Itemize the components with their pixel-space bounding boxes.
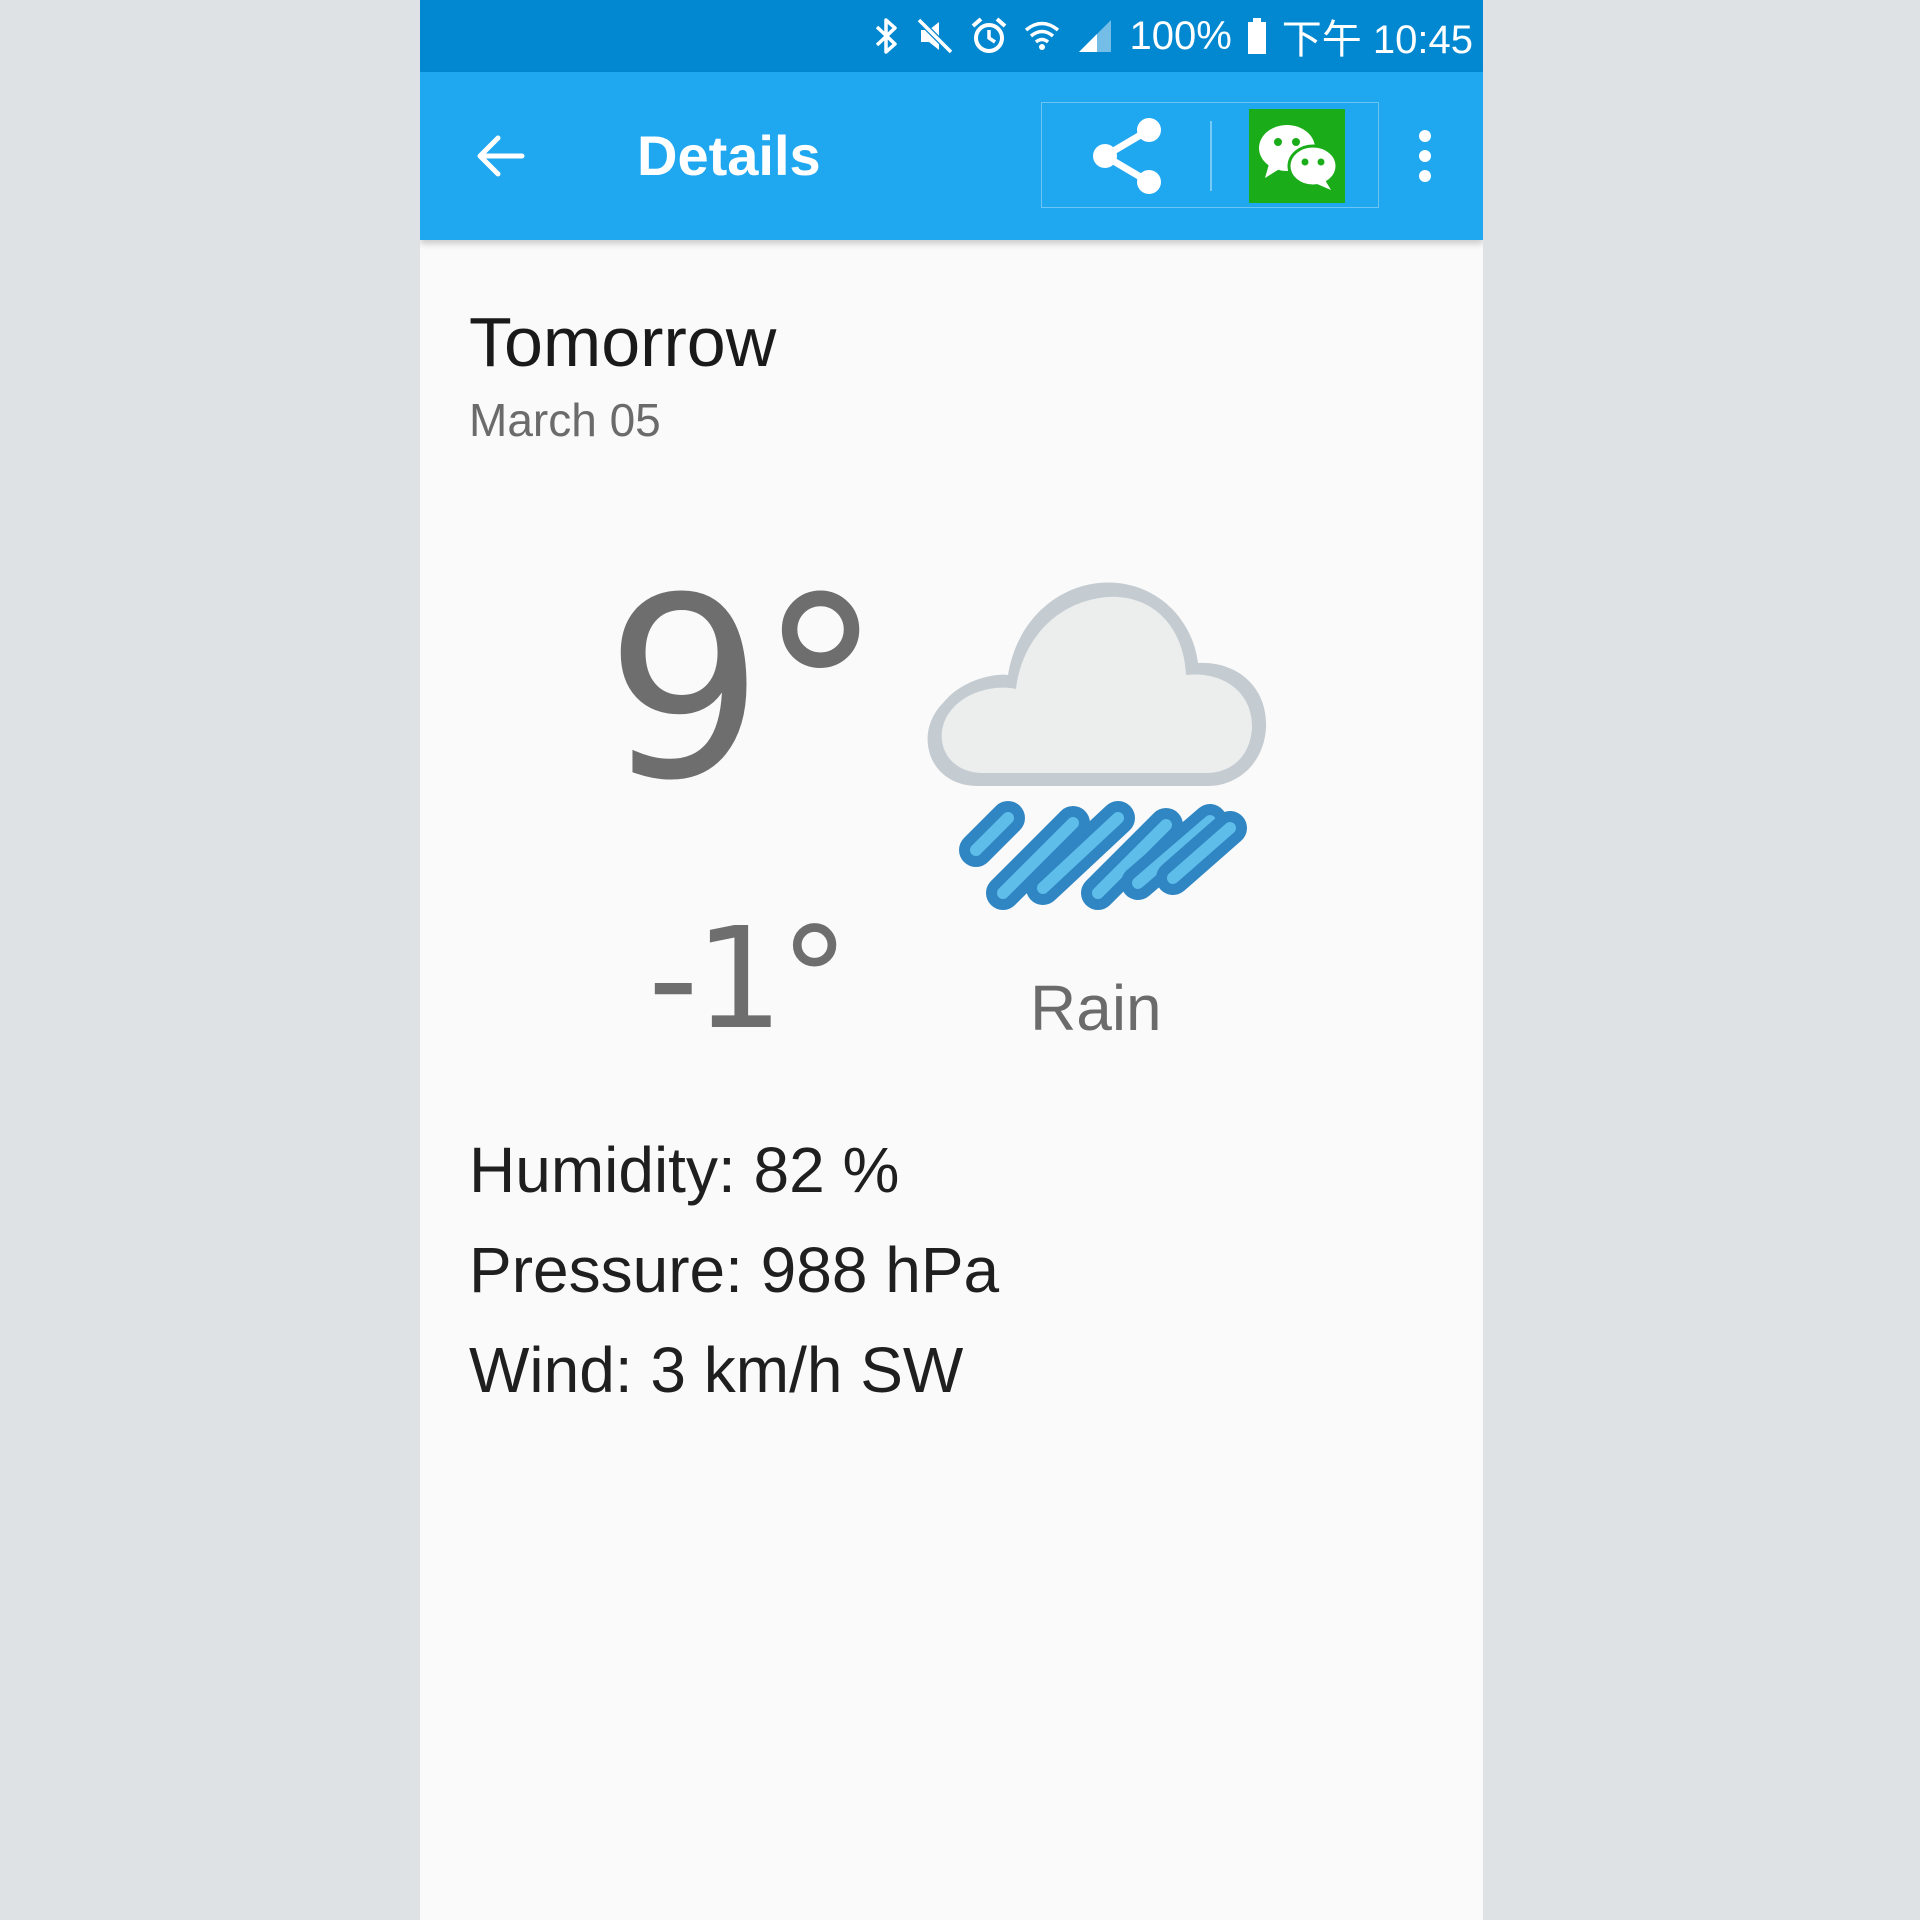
wechat-button[interactable] (1249, 109, 1345, 203)
more-vert-icon (1419, 130, 1431, 182)
alarm-icon (969, 16, 1009, 56)
mute-icon (915, 16, 955, 56)
high-temperature: 9° (605, 544, 883, 835)
phone-screen: 100% 下午 10:45 Details Tomorrow March 05 … (420, 0, 1483, 1920)
wind-text: Wind: 3 km/h SW (469, 1334, 964, 1406)
share-button[interactable] (1082, 111, 1172, 201)
humidity-text: Humidity: 82 % (469, 1134, 900, 1206)
battery-percent: 100% (1129, 13, 1232, 58)
more-options-button[interactable] (1405, 120, 1445, 192)
weather-condition: Rain (1030, 972, 1162, 1044)
wechat-icon (1259, 125, 1339, 190)
clock: 下午 10:45 (1281, 18, 1473, 62)
arrow-back-icon (477, 135, 525, 177)
share-divider (1210, 121, 1212, 191)
low-temperature: -1° (648, 898, 850, 1061)
back-button[interactable] (460, 116, 540, 196)
date-label: March 05 (469, 394, 661, 446)
pressure-text: Pressure: 988 hPa (469, 1234, 1000, 1306)
day-label: Tomorrow (469, 303, 777, 381)
rain-cloud-icon (908, 553, 1298, 933)
share-icon (1093, 118, 1161, 194)
signal-icon (1075, 16, 1115, 56)
share-group (1041, 102, 1379, 208)
status-bar: 100% 下午 10:45 (420, 0, 1483, 72)
battery-icon (1246, 16, 1268, 56)
app-bar: Details (420, 72, 1483, 240)
bluetooth-icon (871, 16, 901, 56)
status-icons: 100% 下午 10:45 (871, 0, 1473, 72)
page-title: Details (637, 124, 821, 187)
wifi-icon (1023, 16, 1061, 56)
